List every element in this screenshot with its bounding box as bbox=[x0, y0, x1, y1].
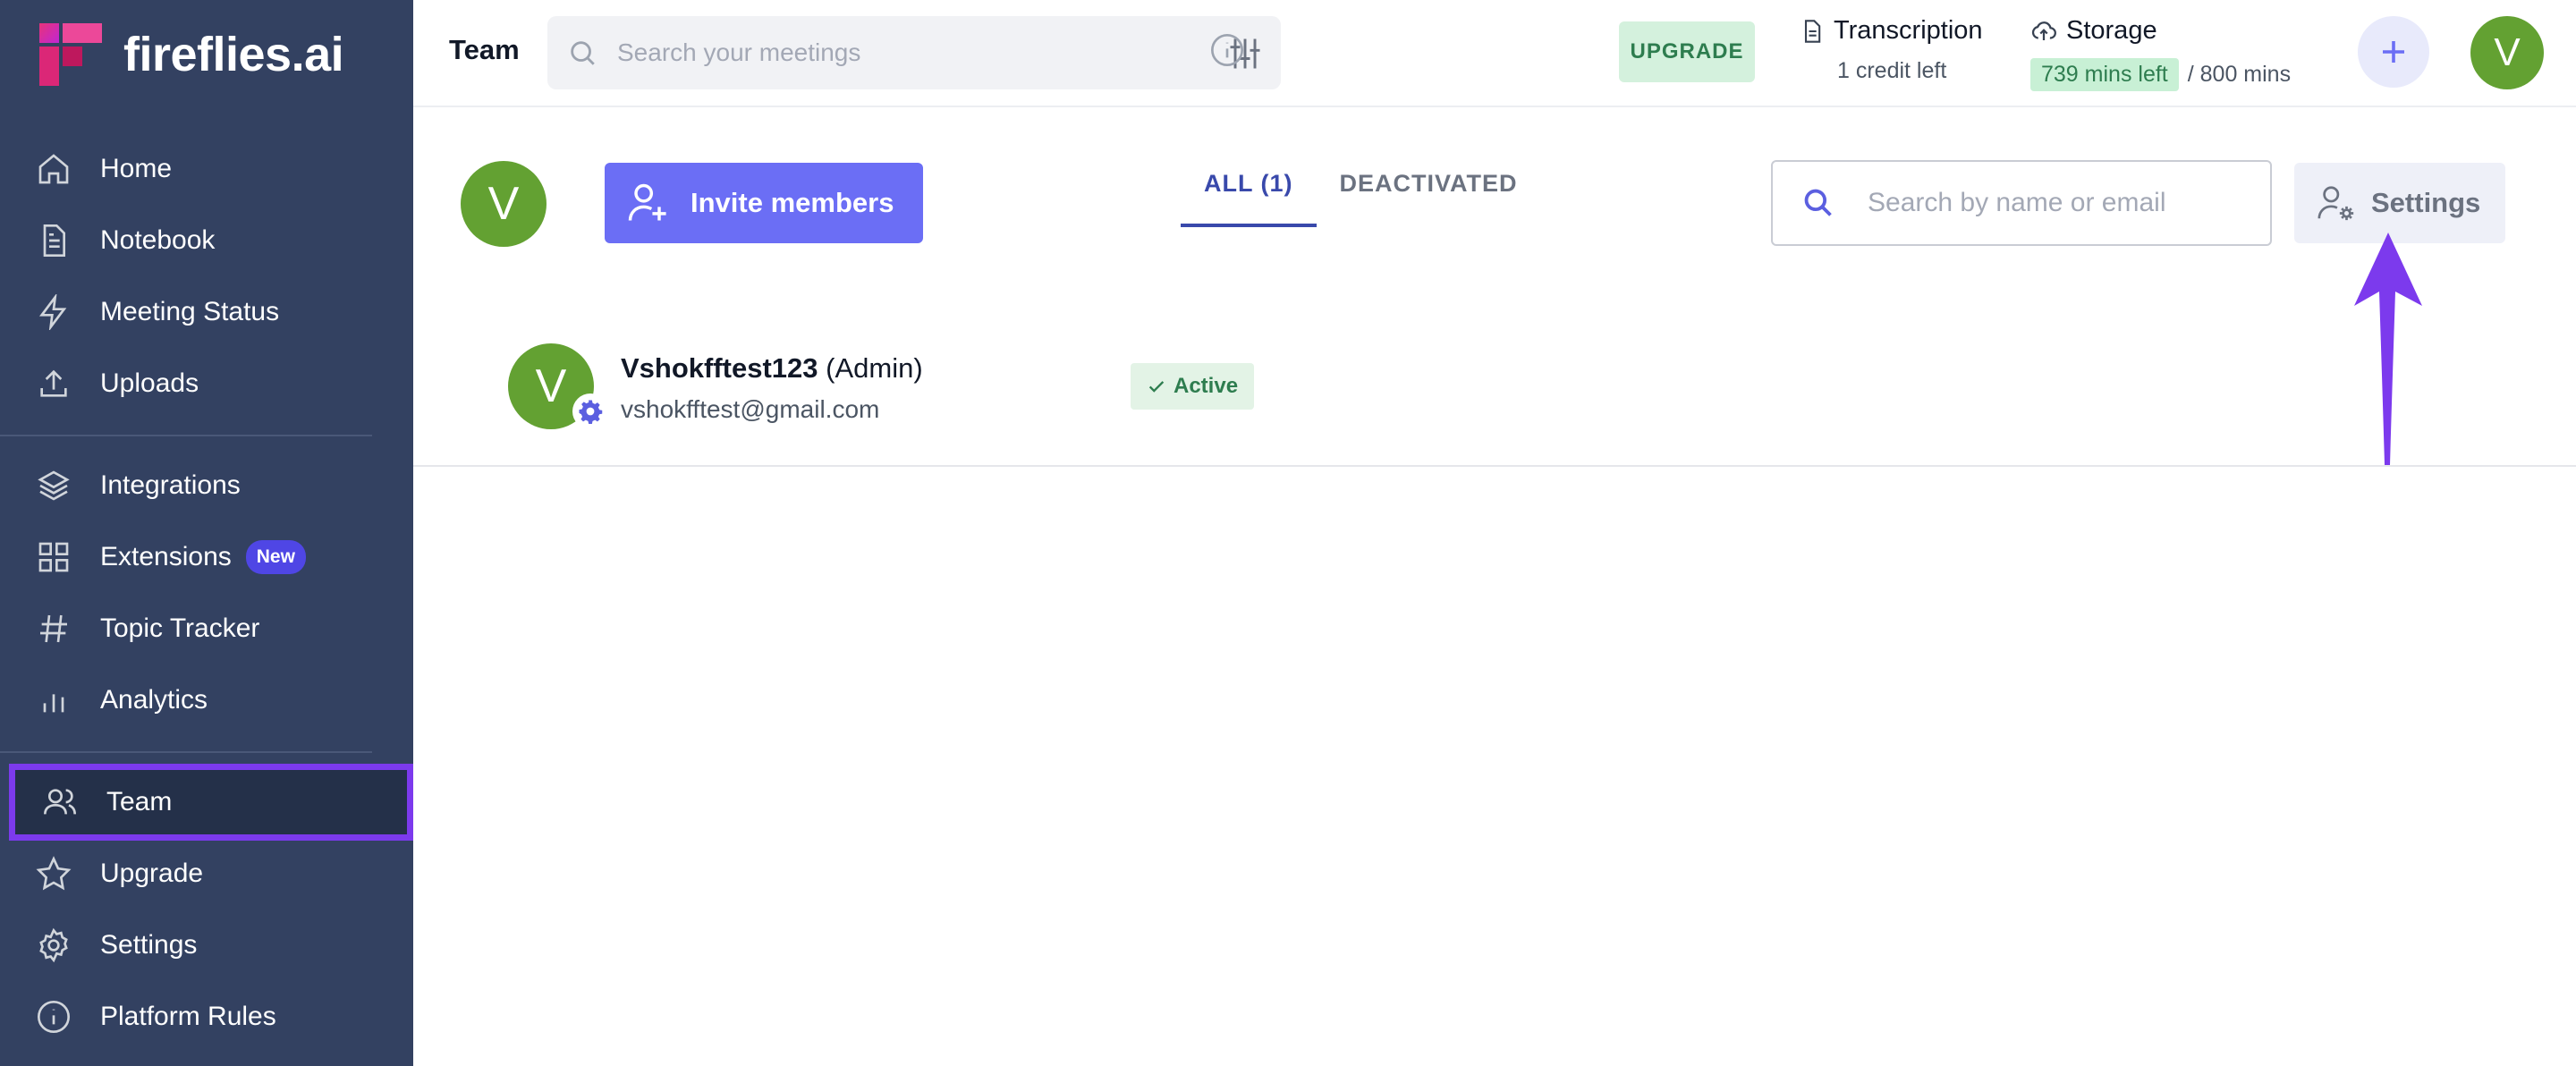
member-search-input[interactable] bbox=[1868, 188, 2261, 218]
transcription-label: Transcription bbox=[1834, 16, 1983, 45]
tab-all[interactable]: ALL (1) bbox=[1181, 161, 1317, 227]
cloud-upload-icon bbox=[2031, 21, 2056, 40]
sidebar-item-label: Upgrade bbox=[100, 859, 204, 888]
sidebar-item-analytics[interactable]: Analytics bbox=[0, 665, 413, 735]
storage-usage: Storage 739 mins left / 800 mins bbox=[2030, 16, 2317, 91]
sidebar-item-extensions[interactable]: Extensions New bbox=[0, 522, 413, 592]
logo-text: fireflies.ai bbox=[123, 28, 344, 81]
search-icon bbox=[571, 41, 595, 65]
sidebar-item-label: Team bbox=[106, 787, 173, 816]
sidebar-item-settings[interactable]: Settings bbox=[0, 910, 413, 980]
sidebar-item-label: Integrations bbox=[100, 470, 241, 500]
annotation-arrow-icon bbox=[2354, 233, 2422, 465]
upgrade-button[interactable]: UPGRADE bbox=[1619, 21, 1755, 82]
sidebar-item-label: Extensions bbox=[100, 542, 232, 571]
fireflies-logo-icon bbox=[39, 23, 102, 86]
storage-left-badge: 739 mins left bbox=[2030, 58, 2179, 91]
upload-icon bbox=[36, 366, 72, 402]
info-icon bbox=[36, 999, 72, 1035]
check-icon bbox=[1148, 381, 1165, 393]
storage-label: Storage bbox=[2066, 16, 2157, 45]
sidebar-item-label: Uploads bbox=[100, 368, 199, 398]
users-icon bbox=[42, 784, 78, 820]
sidebar-item-team[interactable]: Team bbox=[9, 764, 413, 841]
meeting-search-input[interactable] bbox=[617, 38, 1136, 67]
add-button[interactable] bbox=[2358, 16, 2429, 88]
sidebar-item-upgrade[interactable]: Upgrade bbox=[0, 839, 413, 909]
sidebar-item-integrations[interactable]: Integrations bbox=[0, 451, 413, 520]
member-row[interactable]: V Vshokfftest123 (Admin) vshokfftest@gma… bbox=[413, 322, 2576, 467]
sidebar-item-label: Notebook bbox=[100, 225, 216, 255]
info-icon[interactable] bbox=[1209, 32, 1245, 68]
sidebar-item-uploads[interactable]: Uploads bbox=[0, 349, 413, 419]
member-email: vshokfftest@gmail.com bbox=[621, 395, 880, 423]
member-role: (Admin) bbox=[826, 352, 923, 384]
sidebar-item-label: Meeting Status bbox=[100, 297, 280, 326]
gear-icon bbox=[36, 927, 72, 963]
page-title: Team bbox=[449, 34, 520, 65]
sidebar-divider bbox=[0, 435, 372, 436]
member-username: Vshokfftest123 bbox=[621, 352, 818, 384]
sidebar-item-label: Platform Rules bbox=[100, 1002, 276, 1031]
meeting-search-box[interactable] bbox=[547, 16, 1281, 89]
search-icon bbox=[1804, 189, 1832, 216]
user-avatar[interactable]: V bbox=[2470, 16, 2544, 89]
plus-icon bbox=[2383, 41, 2404, 63]
sidebar-item-label: Analytics bbox=[100, 685, 208, 715]
sidebar-item-platform-rules[interactable]: Platform Rules bbox=[0, 982, 413, 1052]
hash-icon bbox=[36, 611, 72, 647]
user-settings-icon bbox=[2318, 186, 2354, 221]
member-name: Vshokfftest123 (Admin) bbox=[621, 352, 923, 385]
sidebar-item-label: Topic Tracker bbox=[100, 613, 260, 643]
admin-gear-badge bbox=[572, 393, 608, 429]
top-bar: Team UPGRADE Transcription 1 credit left… bbox=[413, 0, 2576, 107]
team-settings-label: Settings bbox=[2371, 187, 2481, 218]
new-badge: New bbox=[245, 540, 306, 574]
sidebar: fireflies.ai Home Notebook Meeting Statu… bbox=[0, 0, 413, 1066]
team-avatar: V bbox=[461, 161, 547, 247]
document-icon bbox=[36, 223, 72, 258]
sidebar-item-home[interactable]: Home bbox=[0, 134, 413, 204]
sidebar-item-meeting-status[interactable]: Meeting Status bbox=[0, 277, 413, 347]
status-badge: Active bbox=[1131, 363, 1255, 410]
gear-icon bbox=[579, 400, 603, 424]
sidebar-item-topic-tracker[interactable]: Topic Tracker bbox=[0, 594, 413, 664]
member-search-box[interactable] bbox=[1771, 160, 2272, 246]
add-user-icon bbox=[628, 183, 666, 221]
grid-icon bbox=[36, 539, 72, 575]
invite-members-label: Invite members bbox=[691, 187, 894, 218]
status-label: Active bbox=[1174, 374, 1239, 398]
storage-total: / 800 mins bbox=[2187, 62, 2292, 87]
home-icon bbox=[36, 151, 72, 187]
star-icon bbox=[36, 856, 72, 892]
sidebar-divider bbox=[0, 751, 372, 753]
logo[interactable]: fireflies.ai bbox=[39, 23, 344, 86]
document-icon bbox=[1804, 19, 1821, 43]
transcription-credits-left: 1 credit left bbox=[1837, 58, 1947, 83]
lightning-icon bbox=[36, 294, 72, 330]
tab-deactivated[interactable]: DEACTIVATED bbox=[1317, 161, 1541, 227]
bar-chart-icon bbox=[36, 682, 72, 718]
sidebar-item-label: Home bbox=[100, 154, 173, 183]
transcription-credits: Transcription 1 credit left bbox=[1800, 16, 2005, 84]
invite-members-button[interactable]: Invite members bbox=[605, 163, 923, 243]
member-tabs: ALL (1) DEACTIVATED bbox=[1181, 161, 1541, 227]
layers-icon bbox=[36, 468, 72, 503]
sidebar-item-notebook[interactable]: Notebook bbox=[0, 206, 413, 275]
sidebar-item-label: Settings bbox=[100, 930, 198, 960]
